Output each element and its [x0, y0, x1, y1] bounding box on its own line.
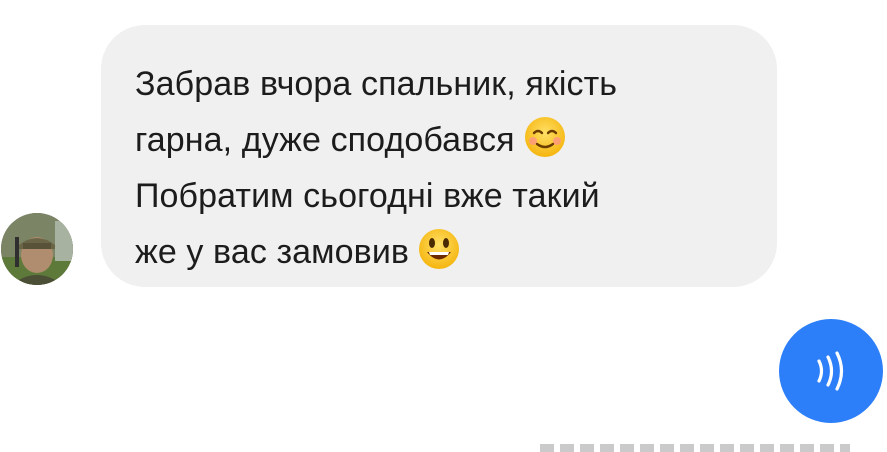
- user-avatar-photo-icon: [1, 213, 73, 285]
- relieved-face-emoji-icon: [523, 115, 567, 159]
- incoming-message-bubble[interactable]: Забрав вчора спальник, якість гарна, дуж…: [101, 25, 777, 287]
- grinning-face-emoji-icon: [417, 227, 461, 271]
- message-line-1: Забрав вчора спальник, якість: [135, 65, 618, 103]
- message-line-4-row: же у вас замовив: [135, 224, 743, 280]
- sound-message-button[interactable]: [779, 319, 883, 423]
- message-line-2: гарна, дуже сподобався: [135, 121, 515, 159]
- message-line-2-row: гарна, дуже сподобався: [135, 112, 743, 168]
- message-line-4: же у вас замовив: [135, 233, 410, 271]
- sender-avatar[interactable]: [1, 213, 73, 285]
- truncated-status-text: [540, 444, 850, 452]
- sound-waves-icon: [817, 351, 844, 391]
- message-line-3: Побратим сьогодні вже такий: [135, 177, 600, 215]
